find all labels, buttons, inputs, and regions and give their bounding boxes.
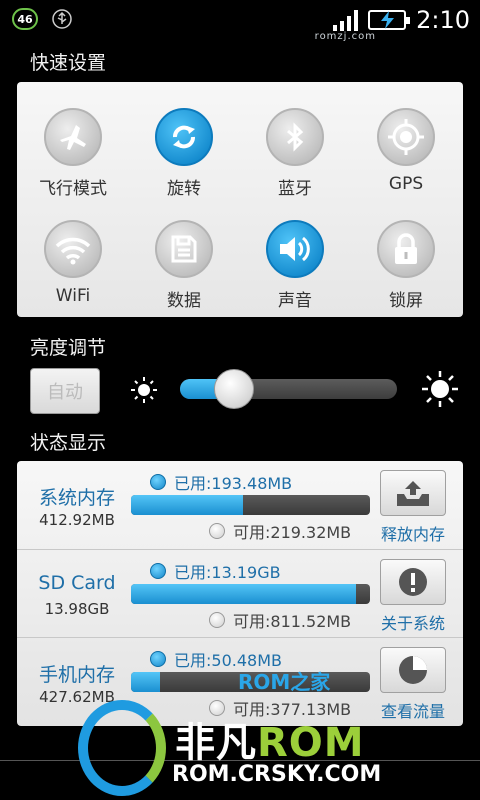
brand-title: 非凡ROM [175,710,365,768]
row-name: SD Card [38,572,116,594]
about-system-label[interactable]: 关于系统 [369,610,457,634]
used-dot-icon [150,651,166,667]
brand-overlay: 非凡ROM ROM.CRSKY.COM [60,700,460,800]
brand-prefix: 非凡 [175,720,257,766]
rotate-icon [155,108,213,166]
usb-icon [52,9,72,29]
tile-gps[interactable]: GPS [356,108,456,218]
info-icon [399,568,427,596]
usage-bar-fill [131,584,356,604]
auto-brightness-button[interactable]: 自动 [30,368,100,414]
tile-airplane-mode[interactable]: 飞行模式 [23,108,123,218]
row-name: 系统内存 [38,487,115,509]
brand-logo-icon [78,700,166,796]
available-dot-icon [209,523,225,539]
row-name: 手机内存 [38,664,115,686]
available-text: 可用:811.52MB [233,612,352,631]
wifi-icon [44,220,102,278]
available-indicator: 可用:811.52MB [209,608,351,632]
tile-data[interactable]: 数据 [134,220,234,330]
bluetooth-icon [266,108,324,166]
tile-bluetooth[interactable]: 蓝牙 [245,108,345,218]
sun-dim-icon [131,377,157,403]
usage-bar-fill [131,495,244,515]
lock-icon [377,220,435,278]
row-total: 13.98GB [44,600,110,618]
available-text: 可用:219.32MB [233,523,352,542]
signal-icon [333,9,359,31]
tile-lock-screen[interactable]: 锁屏 [356,220,456,330]
status-display-title: 状态显示 [30,432,107,454]
quick-settings-panel: 飞行模式 旋转 蓝牙 GPS WiFi 数据 声音 锁屏 [17,82,463,317]
gps-icon [377,108,435,166]
battery-charging-icon [368,10,411,30]
tray-upload-icon [397,481,429,506]
available-indicator: 可用:219.32MB [209,519,351,543]
used-indicator: 已用:13.19GB [150,559,281,583]
used-dot-icon [150,474,166,490]
tile-label: 锁屏 [389,291,423,311]
used-text: 已用:193.48MB [174,474,293,493]
rom-zhijia-logo: ROM之家 [238,666,330,695]
free-memory-button[interactable] [380,470,446,516]
tile-rotate[interactable]: 旋转 [134,108,234,218]
rom-zhijia-text: ROM之家 [238,670,331,694]
airplane-icon [44,108,102,166]
available-dot-icon [209,612,225,628]
clock: 2:10 [416,6,470,34]
usage-bar [131,495,370,515]
row-total: 412.92MB [39,511,115,529]
used-text: 已用:13.19GB [174,563,281,582]
tile-label: 飞行模式 [39,179,107,199]
used-dot-icon [150,563,166,579]
tile-label: 蓝牙 [278,179,312,199]
tile-sound[interactable]: 声音 [245,220,345,330]
network-badge: 46 [12,8,38,30]
tile-label: GPS [388,174,424,194]
view-traffic-button[interactable] [380,647,446,693]
sound-icon [266,220,324,278]
brightness-title: 亮度调节 [30,337,107,359]
quick-settings-title: 快速设置 [30,52,107,74]
about-system-button[interactable] [380,559,446,605]
brand-suffix: ROM [257,720,365,766]
tile-wifi[interactable]: WiFi [23,220,123,330]
brightness-slider-track[interactable] [180,379,397,399]
watermark-text: romzj.com [314,31,376,42]
pie-chart-icon [399,656,427,684]
status-row-sd-card: SD Card 13.98GB 已用:13.19GB 可用:811.52MB 关… [17,549,463,637]
usage-bar [131,584,370,604]
usage-bar-fill [131,672,160,692]
status-row-system-memory: 系统内存 412.92MB 已用:193.48MB 可用:219.32MB 释放… [17,461,463,549]
tile-label: 声音 [278,291,312,311]
sun-bright-icon [422,371,458,407]
status-right: 2:10 [333,6,470,34]
status-bar: 46 2:10 romzj.com [0,0,480,42]
used-indicator: 已用:193.48MB [150,470,292,494]
tile-label: 旋转 [167,179,201,199]
data-icon [155,220,213,278]
status-left: 46 [12,8,72,30]
brand-url: ROM.CRSKY.COM [172,762,382,787]
tile-label: WiFi [55,286,91,306]
free-memory-label[interactable]: 释放内存 [369,521,457,545]
tile-label: 数据 [167,291,201,311]
brightness-slider-thumb[interactable] [213,369,254,409]
